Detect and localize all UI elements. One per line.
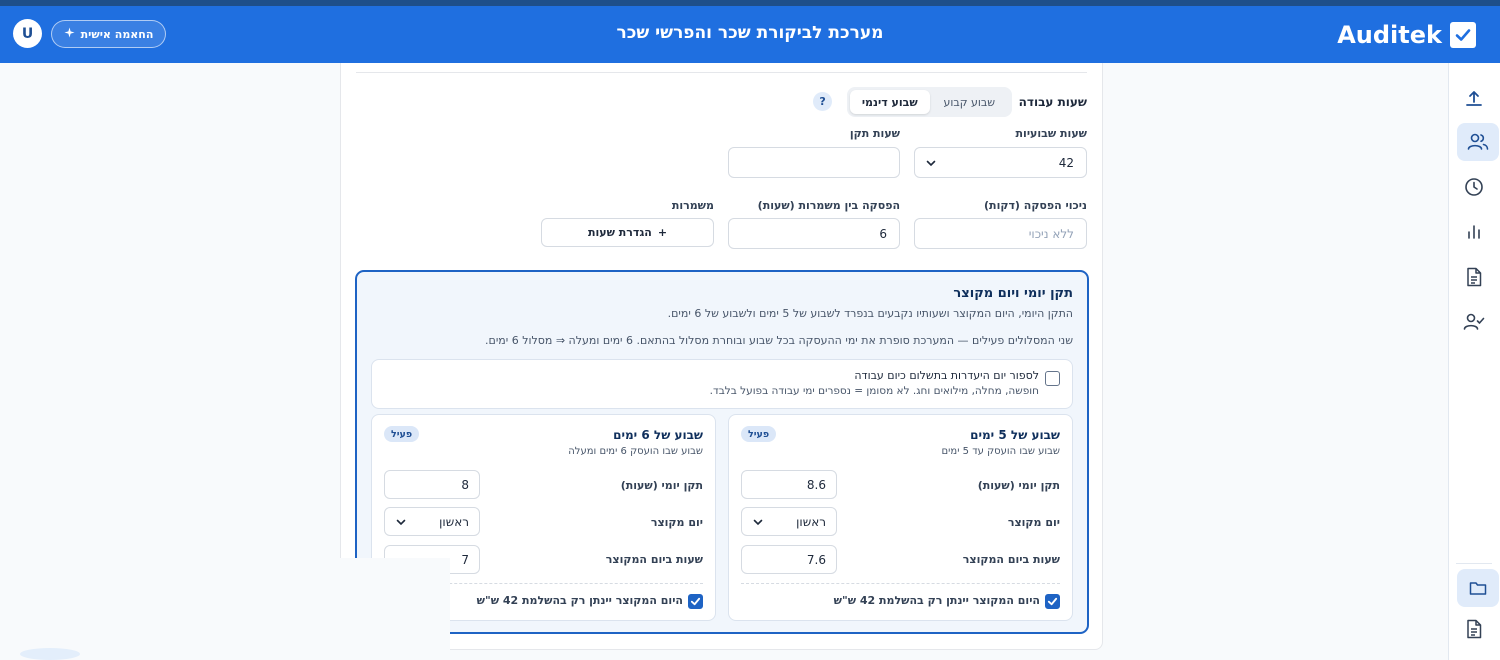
panel-description-2: שני המסלולים פעילים — המערכת סופרת את ימ… bbox=[485, 334, 1073, 347]
shifts-label: משמרות bbox=[671, 199, 714, 212]
chevron-down-icon bbox=[396, 519, 406, 526]
rail-clock[interactable] bbox=[1455, 168, 1493, 206]
divider bbox=[741, 583, 1060, 584]
plus-icon: + bbox=[657, 226, 668, 239]
week-6-subtitle: שבוע שבו הועסק 6 ימים ומעלה bbox=[568, 446, 703, 457]
chevron-down-icon bbox=[926, 160, 936, 167]
week-5-short-day-select[interactable]: ראשון bbox=[741, 507, 837, 536]
status-badge: פעיל bbox=[384, 426, 420, 442]
document-icon bbox=[1467, 267, 1482, 287]
week-5-only-42-label: היום המקוצר יינתן רק בהשלמת 42 ש"ש bbox=[833, 594, 1040, 607]
rail-folder[interactable] bbox=[1457, 569, 1499, 607]
side-rail bbox=[1448, 63, 1500, 660]
check-icon bbox=[690, 597, 701, 606]
absence-subtitle: חופשה, מחלה, מילואים וחג. לא מסומן = נספ… bbox=[709, 385, 1039, 397]
bar-chart-icon bbox=[1468, 225, 1480, 239]
week-mode-toggle[interactable]: שבוע קבוע שבוע דינמי bbox=[847, 87, 1012, 117]
page-title: מערכת לביקורת שכר והפרשי שכר bbox=[616, 23, 884, 43]
daily-standard-panel: תקן יומי ויום מקוצר התקן היומי, היום המק… bbox=[355, 270, 1089, 634]
rail-user-check[interactable] bbox=[1455, 303, 1493, 341]
week-5-daily-label: תקן יומי (שעות) bbox=[977, 479, 1060, 492]
week-5-daily-input[interactable]: 8.6 bbox=[741, 470, 837, 499]
shift-break-input[interactable]: 6 bbox=[728, 218, 900, 249]
user-check-icon bbox=[1463, 313, 1485, 330]
rail-upload[interactable] bbox=[1455, 79, 1493, 117]
week-6-short-day-label: יום מקוצר bbox=[650, 516, 703, 529]
rail-users[interactable] bbox=[1457, 123, 1499, 161]
sparkle-icon bbox=[64, 27, 75, 41]
mode-fixed-week[interactable]: שבוע קבוע bbox=[930, 90, 1010, 114]
week-5-short-hours-input[interactable]: 7.6 bbox=[741, 545, 837, 574]
week-6-only-42-label: היום המקוצר יינתן רק בהשלמת 42 ש"ש bbox=[476, 594, 683, 607]
weekly-hours-select[interactable]: 42 bbox=[914, 147, 1087, 178]
week-6-title: שבוע של 6 ימים bbox=[613, 428, 703, 442]
week-6-short-day-value: ראשון bbox=[439, 514, 469, 529]
standard-hours-label: שעות תקן bbox=[849, 127, 900, 140]
week-5-days-card: שבוע של 5 ימים שבוע שבו הועסק עד 5 ימים … bbox=[728, 414, 1073, 621]
rail-documents[interactable] bbox=[1455, 258, 1493, 296]
overlay-panel bbox=[0, 558, 450, 660]
break-deduction-label: ניכוי הפסקה (דקות) bbox=[984, 199, 1087, 212]
section-title-work-hours: שעות עבודה bbox=[1018, 95, 1087, 109]
week-5-short-day-value: ראשון bbox=[796, 514, 826, 529]
folder-icon bbox=[1469, 582, 1487, 595]
help-icon[interactable]: ? bbox=[813, 92, 832, 111]
week-5-title: שבוע של 5 ימים bbox=[970, 428, 1060, 442]
weekly-hours-label: שעות שבועיות bbox=[1015, 127, 1087, 140]
week-5-only-42-checkbox[interactable] bbox=[1045, 594, 1060, 609]
work-settings-card: שעות עבודה שבוע קבוע שבוע דינמי ? שעות ש… bbox=[340, 63, 1103, 650]
personalization-button[interactable]: החאמה אישית bbox=[51, 20, 166, 48]
week-5-short-hours-label: שעות ביום המקוצר bbox=[962, 553, 1060, 566]
avatar[interactable]: U bbox=[13, 19, 42, 48]
week-6-daily-input[interactable]: 8 bbox=[384, 470, 480, 499]
absence-checkbox[interactable] bbox=[1045, 371, 1060, 386]
clock-icon bbox=[1465, 178, 1483, 196]
define-hours-button[interactable]: + הגדרת שעות bbox=[541, 218, 714, 247]
week-6-daily-label: תקן יומי (שעות) bbox=[620, 479, 703, 492]
week-6-short-hours-label: שעות ביום המקוצר bbox=[605, 553, 703, 566]
shift-break-label: הפסקה בין משמרות (שעות) bbox=[757, 199, 900, 212]
standard-hours-input[interactable] bbox=[728, 147, 900, 178]
chevron-down-icon bbox=[753, 519, 763, 526]
absence-option: לספור יום היעדרות בתשלום כיום עבודה חופש… bbox=[371, 359, 1073, 409]
define-hours-label: הגדרת שעות bbox=[587, 226, 652, 239]
week-5-subtitle: שבוע שבו הועסק עד 5 ימים bbox=[941, 446, 1060, 457]
rail-divider bbox=[1456, 563, 1492, 564]
break-deduction-input[interactable]: ללא ניכוי bbox=[914, 218, 1087, 249]
week-5-short-day-label: יום מקוצר bbox=[1007, 516, 1060, 529]
weekly-hours-value: 42 bbox=[1058, 155, 1074, 170]
divider bbox=[356, 72, 1087, 73]
personalization-label: החאמה אישית bbox=[80, 27, 154, 41]
file-text-icon bbox=[1467, 619, 1482, 639]
break-deduction-placeholder: ללא ניכוי bbox=[1028, 226, 1074, 241]
status-badge: פעיל bbox=[741, 426, 777, 442]
app-header: Auditek מערכת לביקורת שכר והפרשי שכר החא… bbox=[0, 6, 1500, 63]
absence-title: לספור יום היעדרות בתשלום כיום עבודה bbox=[854, 369, 1039, 382]
week-6-short-day-select[interactable]: ראשון bbox=[384, 507, 480, 536]
check-icon bbox=[1047, 597, 1058, 606]
rail-reports[interactable] bbox=[1455, 213, 1493, 251]
panel-title: תקן יומי ויום מקוצר bbox=[953, 286, 1073, 301]
week-6-only-42-checkbox[interactable] bbox=[688, 594, 703, 609]
overlay-glow bbox=[20, 648, 80, 660]
upload-icon bbox=[1466, 91, 1482, 106]
panel-description-1: התקן היומי, היום המקוצר ושעותיו נקבעים ב… bbox=[667, 307, 1073, 320]
rail-file[interactable] bbox=[1455, 610, 1493, 648]
mode-dynamic-week[interactable]: שבוע דינמי bbox=[850, 90, 930, 114]
users-icon bbox=[1467, 133, 1489, 150]
